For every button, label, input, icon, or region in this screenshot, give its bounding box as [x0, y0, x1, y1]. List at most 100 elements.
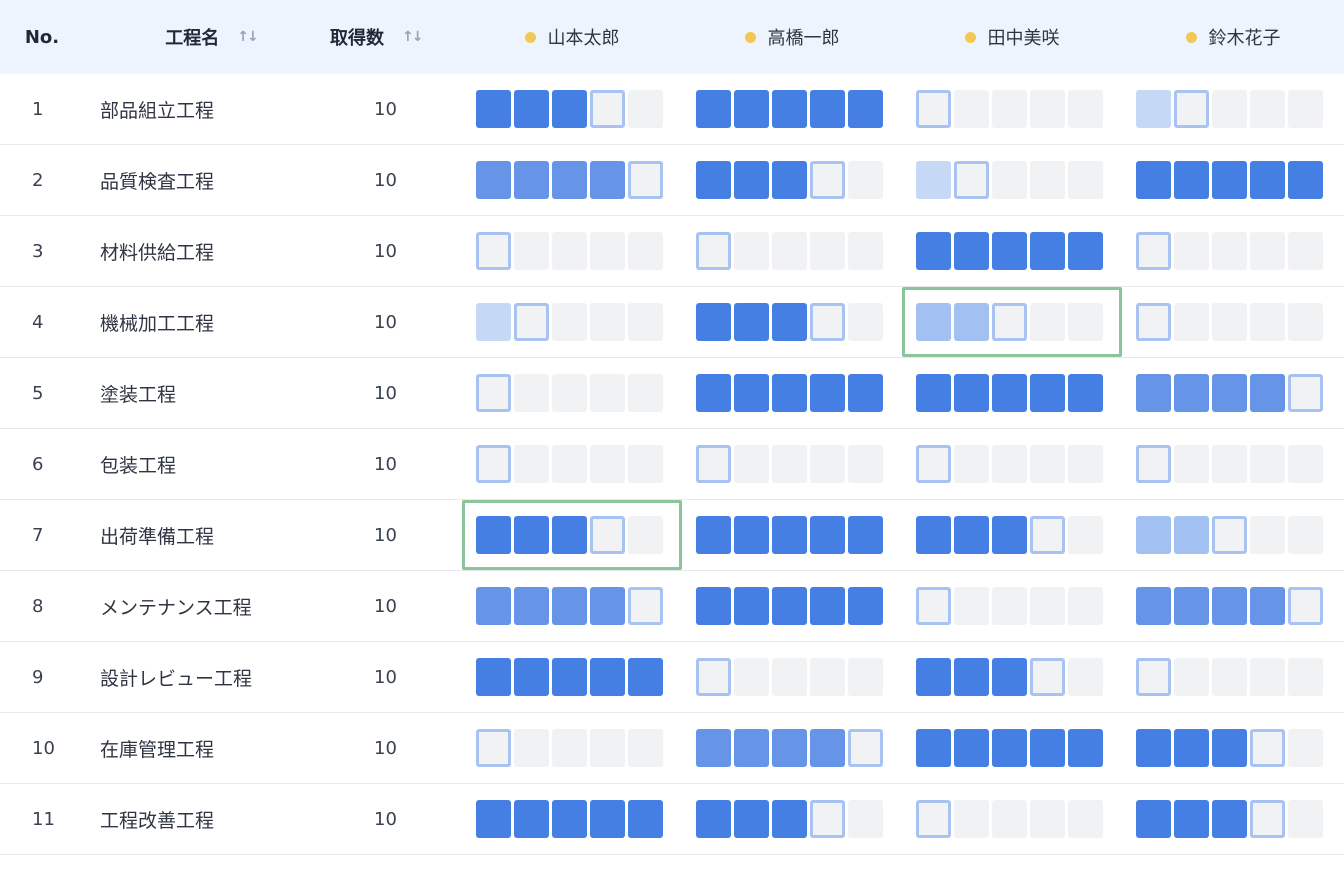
skill-level-cell-4[interactable] [1122, 800, 1344, 838]
skill-segment-empty[interactable] [628, 516, 663, 554]
skill-segment-empty[interactable] [590, 445, 625, 483]
skill-segment-current[interactable] [1212, 516, 1247, 554]
skill-segment-current[interactable] [1288, 374, 1323, 412]
skill-level-cell-1[interactable] [462, 161, 682, 199]
skill-segment-empty[interactable] [1250, 232, 1285, 270]
skill-segment-empty[interactable] [628, 90, 663, 128]
skill-segment-empty[interactable] [772, 232, 807, 270]
skill-segment-empty[interactable] [954, 800, 989, 838]
skill-segment-current[interactable] [916, 800, 951, 838]
skill-level-cell-3[interactable] [902, 374, 1122, 412]
skill-level-cell-2[interactable] [682, 90, 902, 128]
skill-segment-filled[interactable] [1174, 587, 1209, 625]
column-header-process-name[interactable]: 工程名 ↑↓ [84, 24, 310, 50]
skill-segment-empty[interactable] [1288, 303, 1323, 341]
skill-level-cell-4[interactable] [1122, 445, 1344, 483]
skill-level-cell-2[interactable] [682, 587, 902, 625]
skill-segment-empty[interactable] [1212, 303, 1247, 341]
skill-level-cell-3[interactable] [902, 516, 1122, 554]
skill-level-cell-4[interactable] [1122, 587, 1344, 625]
skill-segment-current[interactable] [916, 90, 951, 128]
skill-level-cell-2[interactable] [682, 800, 902, 838]
skill-segment-filled[interactable] [1068, 232, 1103, 270]
sort-icon[interactable]: ↑↓ [237, 29, 259, 45]
skill-segment-filled[interactable] [1136, 161, 1171, 199]
skill-segment-filled[interactable] [1212, 161, 1247, 199]
skill-segment-current[interactable] [628, 161, 663, 199]
skill-segment-current[interactable] [1136, 232, 1171, 270]
skill-segment-empty[interactable] [734, 658, 769, 696]
skill-segment-current[interactable] [476, 232, 511, 270]
skill-segment-empty[interactable] [848, 161, 883, 199]
skill-segment-empty[interactable] [1030, 303, 1065, 341]
skill-segment-filled[interactable] [696, 516, 731, 554]
skill-level-cell-1[interactable] [462, 729, 682, 767]
skill-segment-empty[interactable] [1068, 161, 1103, 199]
skill-level-cell-2[interactable] [682, 445, 902, 483]
skill-segment-current[interactable] [696, 658, 731, 696]
skill-segment-filled[interactable] [992, 232, 1027, 270]
skill-segment-filled[interactable] [1212, 374, 1247, 412]
skill-segment-current[interactable] [1250, 800, 1285, 838]
skill-segment-filled[interactable] [954, 374, 989, 412]
skill-segment-filled[interactable] [772, 516, 807, 554]
skill-level-cell-3[interactable] [902, 658, 1122, 696]
skill-segment-empty[interactable] [1030, 800, 1065, 838]
skill-segment-filled[interactable] [954, 232, 989, 270]
skill-segment-empty[interactable] [810, 232, 845, 270]
skill-segment-filled[interactable] [954, 658, 989, 696]
skill-level-cell-4[interactable] [1122, 516, 1344, 554]
skill-segment-filled[interactable] [696, 587, 731, 625]
skill-segment-empty[interactable] [954, 445, 989, 483]
skill-segment-filled[interactable] [696, 800, 731, 838]
skill-segment-filled[interactable] [514, 90, 549, 128]
skill-segment-current[interactable] [696, 232, 731, 270]
skill-segment-current[interactable] [1030, 516, 1065, 554]
skill-segment-filled[interactable] [552, 587, 587, 625]
skill-segment-current[interactable] [916, 445, 951, 483]
column-header-count[interactable]: 取得数 ↑↓ [310, 24, 462, 50]
skill-level-cell-2[interactable] [682, 232, 902, 270]
skill-segment-current[interactable] [628, 587, 663, 625]
skill-segment-filled[interactable] [696, 303, 731, 341]
skill-segment-filled[interactable] [590, 658, 625, 696]
skill-segment-filled[interactable] [552, 800, 587, 838]
skill-segment-empty[interactable] [1288, 658, 1323, 696]
skill-segment-empty[interactable] [1030, 161, 1065, 199]
skill-segment-empty[interactable] [1030, 445, 1065, 483]
skill-segment-filled[interactable] [514, 516, 549, 554]
skill-segment-current[interactable] [1136, 303, 1171, 341]
skill-segment-empty[interactable] [1068, 303, 1103, 341]
skill-segment-empty[interactable] [552, 232, 587, 270]
skill-segment-current[interactable] [590, 516, 625, 554]
skill-segment-filled[interactable] [1030, 374, 1065, 412]
skill-segment-filled[interactable] [810, 374, 845, 412]
skill-segment-empty[interactable] [1174, 658, 1209, 696]
skill-segment-empty[interactable] [1068, 658, 1103, 696]
skill-level-cell-1[interactable] [462, 374, 682, 412]
skill-segment-filled[interactable] [476, 800, 511, 838]
skill-level-cell-3[interactable] [902, 232, 1122, 270]
skill-segment-filled[interactable] [916, 658, 951, 696]
skill-level-cell-3[interactable] [902, 287, 1122, 357]
skill-segment-current[interactable] [696, 445, 731, 483]
skill-segment-empty[interactable] [590, 729, 625, 767]
skill-segment-filled[interactable] [734, 800, 769, 838]
skill-segment-filled[interactable] [916, 303, 951, 341]
skill-level-cell-2[interactable] [682, 658, 902, 696]
skill-segment-filled[interactable] [696, 729, 731, 767]
skill-level-cell-1[interactable] [462, 232, 682, 270]
skill-segment-filled[interactable] [476, 658, 511, 696]
skill-segment-empty[interactable] [1030, 90, 1065, 128]
skill-segment-filled[interactable] [848, 516, 883, 554]
skill-segment-filled[interactable] [992, 374, 1027, 412]
skill-level-cell-1[interactable] [462, 500, 682, 570]
skill-segment-filled[interactable] [696, 374, 731, 412]
skill-segment-empty[interactable] [628, 232, 663, 270]
skill-segment-filled[interactable] [772, 90, 807, 128]
skill-segment-filled[interactable] [1068, 729, 1103, 767]
sort-icon[interactable]: ↑↓ [402, 29, 424, 45]
skill-segment-empty[interactable] [848, 445, 883, 483]
skill-level-cell-2[interactable] [682, 161, 902, 199]
skill-segment-empty[interactable] [992, 445, 1027, 483]
